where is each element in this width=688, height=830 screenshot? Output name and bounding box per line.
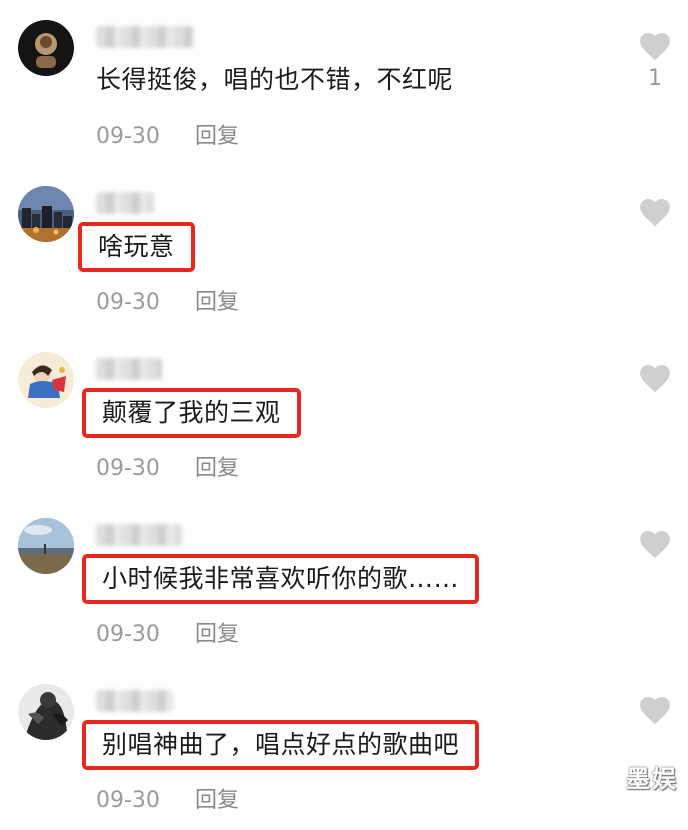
reply-button[interactable]: 回复	[195, 622, 239, 647]
comment-text: 别唱神曲了，唱点好点的歌曲吧	[82, 720, 480, 770]
username-blurred[interactable]	[96, 192, 154, 214]
comment-date: 09-30	[96, 456, 160, 481]
comment-item: 颠覆了我的三观 09-30 回复	[0, 332, 688, 498]
comment-item: 长得挺俊，唱的也不错，不红呢 09-30 回复 1	[0, 0, 688, 166]
heart-icon[interactable]	[638, 362, 672, 394]
reply-button[interactable]: 回复	[195, 124, 239, 149]
reply-button[interactable]: 回复	[195, 456, 239, 481]
comment-text: 小时候我非常喜欢听你的歌……	[82, 554, 480, 604]
comment-meta: 09-30 回复	[96, 450, 239, 482]
comment-meta: 09-30 回复	[96, 782, 239, 814]
comment-text: 啥玩意	[78, 222, 195, 272]
comment-date: 09-30	[96, 124, 160, 149]
heart-icon[interactable]	[638, 30, 672, 62]
heart-icon[interactable]	[638, 694, 672, 726]
reply-button[interactable]: 回复	[195, 788, 239, 813]
comment-meta: 09-30 回复	[96, 284, 239, 316]
avatar[interactable]	[18, 186, 74, 242]
comment-date: 09-30	[96, 290, 160, 315]
comment-date: 09-30	[96, 622, 160, 647]
heart-icon[interactable]	[638, 528, 672, 560]
username-blurred[interactable]	[96, 690, 174, 712]
username-blurred[interactable]	[96, 26, 194, 48]
comment-item: 小时候我非常喜欢听你的歌…… 09-30 回复	[0, 498, 688, 664]
avatar[interactable]	[18, 20, 74, 76]
comment-item: 啥玩意 09-30 回复	[0, 166, 688, 332]
reply-button[interactable]: 回复	[195, 290, 239, 315]
comment-text: 颠覆了我的三观	[82, 388, 301, 438]
avatar[interactable]	[18, 352, 74, 408]
comment-date: 09-30	[96, 788, 160, 813]
watermark: 墨娱	[626, 765, 678, 793]
comment-meta: 09-30 回复	[96, 118, 239, 150]
username-blurred[interactable]	[96, 358, 162, 380]
comment-meta: 09-30 回复	[96, 616, 239, 648]
username-blurred[interactable]	[96, 524, 182, 546]
comment-item: 别唱神曲了，唱点好点的歌曲吧 09-30 回复	[0, 664, 688, 830]
avatar[interactable]	[18, 684, 74, 740]
heart-icon[interactable]	[638, 196, 672, 228]
avatar[interactable]	[18, 518, 74, 574]
comment-text: 长得挺俊，唱的也不错，不红呢	[96, 65, 454, 94]
like-count: 1	[648, 66, 662, 91]
